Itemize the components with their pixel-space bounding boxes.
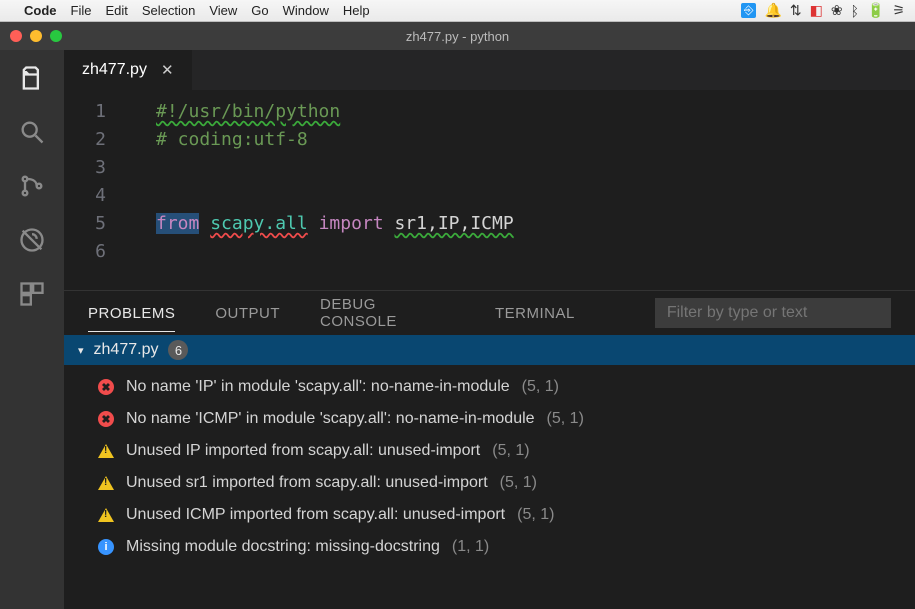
tab-zh477[interactable]: zh477.py ✕ (64, 50, 193, 90)
menu-edit[interactable]: Edit (105, 3, 127, 18)
menu-window[interactable]: Window (283, 3, 329, 18)
problem-item[interactable]: Unused IP imported from scapy.all: unuse… (98, 435, 915, 467)
bell-icon[interactable]: 🔔 (764, 2, 781, 19)
line-number: 3 (64, 154, 124, 182)
line-number: 2 (64, 126, 124, 154)
window-close-button[interactable] (10, 30, 22, 42)
wifi-icon[interactable]: ⚞ (892, 2, 905, 19)
bottom-panel: PROBLEMS OUTPUT DEBUG CONSOLE TERMINAL ▾… (64, 290, 915, 609)
tab-close-icon[interactable]: ✕ (161, 61, 174, 79)
problem-location: (5, 1) (492, 442, 529, 460)
code-line[interactable]: #!/usr/bin/python (156, 98, 915, 126)
chevron-down-icon: ▾ (78, 344, 84, 357)
macos-menubar: Code File Edit Selection View Go Window … (0, 0, 915, 22)
line-number: 6 (64, 238, 124, 266)
code-line[interactable]: from scapy.all import sr1,IP,ICMP (156, 210, 915, 238)
vscode-window: zh477.py - python zh477.py ✕ 123456 #!/u… (0, 22, 915, 609)
line-number: 4 (64, 182, 124, 210)
problems-count-badge: 6 (168, 340, 188, 360)
menu-file[interactable]: File (71, 3, 92, 18)
problem-item[interactable]: ✖ No name 'IP' in module 'scapy.all': no-… (98, 371, 915, 403)
editor-tabs: zh477.py ✕ (64, 50, 915, 90)
code-line[interactable]: # coding:utf-8 (156, 126, 915, 154)
problem-message: Missing module docstring: missing-docstr… (126, 538, 440, 556)
problem-message: Unused sr1 imported from scapy.all: unus… (126, 474, 488, 492)
code-line[interactable] (156, 182, 915, 210)
problem-location: (5, 1) (517, 506, 554, 524)
source-control-icon[interactable] (18, 172, 46, 200)
panel-tabs: PROBLEMS OUTPUT DEBUG CONSOLE TERMINAL (64, 291, 915, 335)
warning-icon (98, 476, 114, 490)
error-icon: ✖ (98, 411, 114, 427)
panel-tab-output[interactable]: OUTPUT (215, 305, 280, 322)
activity-bar (0, 50, 64, 609)
app-tray-icon[interactable]: ◧ (810, 2, 823, 19)
code-content[interactable]: #!/usr/bin/python# coding:utf-8 from scap… (156, 98, 915, 266)
app-name[interactable]: Code (24, 3, 57, 18)
search-icon[interactable] (18, 118, 46, 146)
bluetooth-status-icon[interactable]: ᛒ (851, 3, 859, 19)
line-gutter: 123456 (64, 98, 124, 266)
line-number: 5 (64, 210, 124, 238)
titlebar: zh477.py - python (0, 22, 915, 50)
extensions-icon[interactable] (18, 280, 46, 308)
problems-filter-input[interactable] (655, 298, 891, 328)
menu-selection[interactable]: Selection (142, 3, 195, 18)
warning-icon (98, 444, 114, 458)
warning-icon (98, 508, 114, 522)
code-line[interactable] (156, 238, 915, 266)
explorer-icon[interactable] (18, 64, 46, 92)
problem-message: Unused IP imported from scapy.all: unuse… (126, 442, 480, 460)
line-number: 1 (64, 98, 124, 126)
problem-message: Unused ICMP imported from scapy.all: unu… (126, 506, 505, 524)
problem-item[interactable]: Unused ICMP imported from scapy.all: unu… (98, 499, 915, 531)
problem-item[interactable]: ✖ No name 'ICMP' in module 'scapy.all': n… (98, 403, 915, 435)
debug-icon[interactable] (18, 226, 46, 254)
error-icon: ✖ (98, 379, 114, 395)
window-zoom-button[interactable] (50, 30, 62, 42)
code-line[interactable] (156, 154, 915, 182)
panel-tab-terminal[interactable]: TERMINAL (495, 305, 575, 322)
window-minimize-button[interactable] (30, 30, 42, 42)
info-icon: i (98, 539, 114, 555)
menu-view[interactable]: View (209, 3, 237, 18)
window-title: zh477.py - python (0, 29, 915, 44)
problems-file-name: zh477.py (94, 341, 159, 359)
menu-help[interactable]: Help (343, 3, 370, 18)
battery-icon[interactable]: 🔋 (867, 2, 884, 19)
problems-list: ✖ No name 'IP' in module 'scapy.all': no-… (64, 365, 915, 563)
bluetooth-icon[interactable]: ⎆ (741, 3, 757, 18)
problems-file-row[interactable]: ▾ zh477.py 6 (64, 335, 915, 365)
panel-tab-debug-console[interactable]: DEBUG CONSOLE (320, 296, 455, 330)
sync-icon[interactable]: ⇅ (790, 2, 802, 19)
problem-location: (5, 1) (522, 378, 559, 396)
problem-item[interactable]: Unused sr1 imported from scapy.all: unus… (98, 467, 915, 499)
tab-label: zh477.py (82, 61, 147, 79)
window-controls (0, 30, 62, 42)
problem-message: No name 'ICMP' in module 'scapy.all': no… (126, 410, 535, 428)
problem-location: (1, 1) (452, 538, 489, 556)
problem-location: (5, 1) (547, 410, 584, 428)
wechat-icon[interactable]: ❀ (831, 2, 843, 19)
menu-go[interactable]: Go (251, 3, 268, 18)
panel-tab-problems[interactable]: PROBLEMS (88, 305, 175, 322)
problem-item[interactable]: i Missing module docstring: missing-docst… (98, 531, 915, 563)
code-editor[interactable]: 123456 #!/usr/bin/python# coding:utf-8 fr… (64, 90, 915, 290)
problem-location: (5, 1) (500, 474, 537, 492)
problem-message: No name 'IP' in module 'scapy.all': no-n… (126, 378, 510, 396)
